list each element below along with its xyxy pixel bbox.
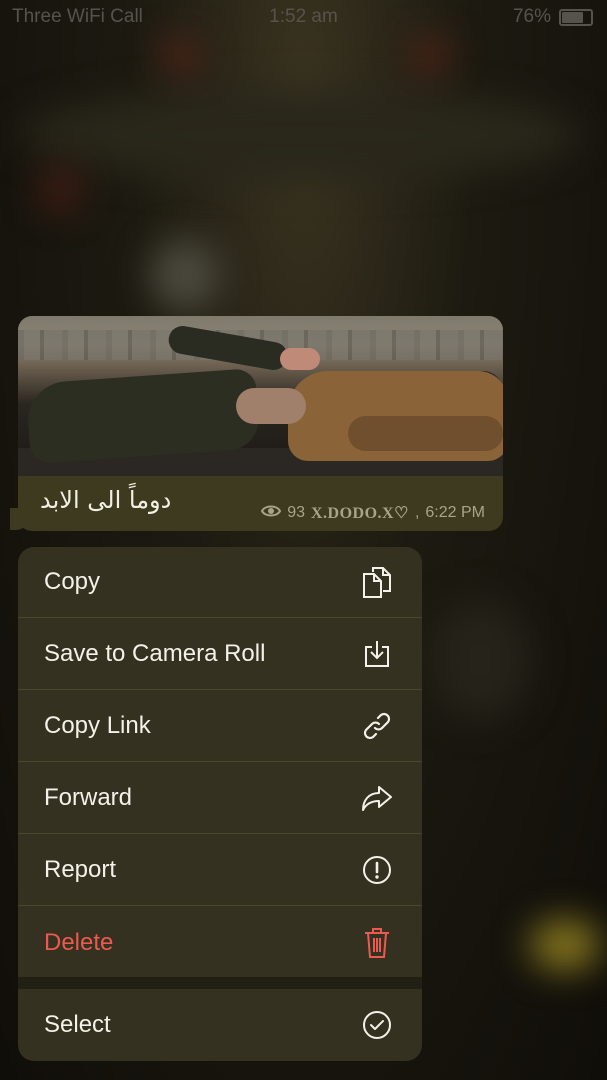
message-time: 6:22 PM — [425, 504, 485, 521]
copy-icon — [360, 565, 394, 599]
menu-item-label: Select — [44, 1010, 111, 1038]
menu-item-forward[interactable]: Forward — [18, 763, 422, 834]
menu-item-label: Report — [44, 856, 117, 883]
menu-item-delete[interactable]: Delete — [18, 907, 422, 978]
message-signature: X.DODO.X♡ — [311, 505, 409, 522]
view-count: 93 — [287, 504, 305, 521]
link-icon — [360, 709, 394, 743]
status-bar: Three WiFi Call 1:52 am 76% — [0, 0, 607, 34]
eye-icon — [261, 504, 282, 523]
menu-item-label: Copy — [44, 568, 101, 595]
menu-item-report[interactable]: Report — [18, 835, 422, 906]
report-icon — [360, 853, 394, 887]
message-meta: 93 X.DODO.X♡, 6:22 PM — [261, 503, 485, 523]
menu-separator — [18, 977, 422, 989]
message-caption: دوماً الى الابد — [40, 486, 172, 514]
menu-item-label: Copy Link — [44, 712, 151, 739]
message-photo[interactable] — [18, 316, 503, 476]
menu-item-label: Save to Camera Roll — [44, 640, 266, 667]
context-menu: Copy Save to Camera Roll Copy Link Forwa… — [18, 547, 422, 1061]
status-right: 76% — [513, 6, 593, 28]
battery-percent: 76% — [512, 6, 551, 27]
checkmark-circle-icon — [360, 1008, 394, 1042]
menu-item-label: Delete — [44, 928, 114, 956]
forward-icon — [360, 781, 394, 815]
trash-icon — [360, 926, 394, 960]
menu-item-copy[interactable]: Copy — [18, 547, 422, 618]
menu-item-select[interactable]: Select — [18, 989, 422, 1060]
menu-item-save-to-camera-roll[interactable]: Save to Camera Roll — [18, 619, 422, 690]
message-bubble[interactable]: دوماً الى الابد 93 X.DODO.X♡, 6:22 PM — [18, 316, 503, 531]
download-icon — [360, 637, 394, 671]
battery-icon — [559, 8, 593, 26]
menu-item-label: Forward — [44, 784, 133, 811]
menu-item-copy-link[interactable]: Copy Link — [18, 691, 422, 762]
